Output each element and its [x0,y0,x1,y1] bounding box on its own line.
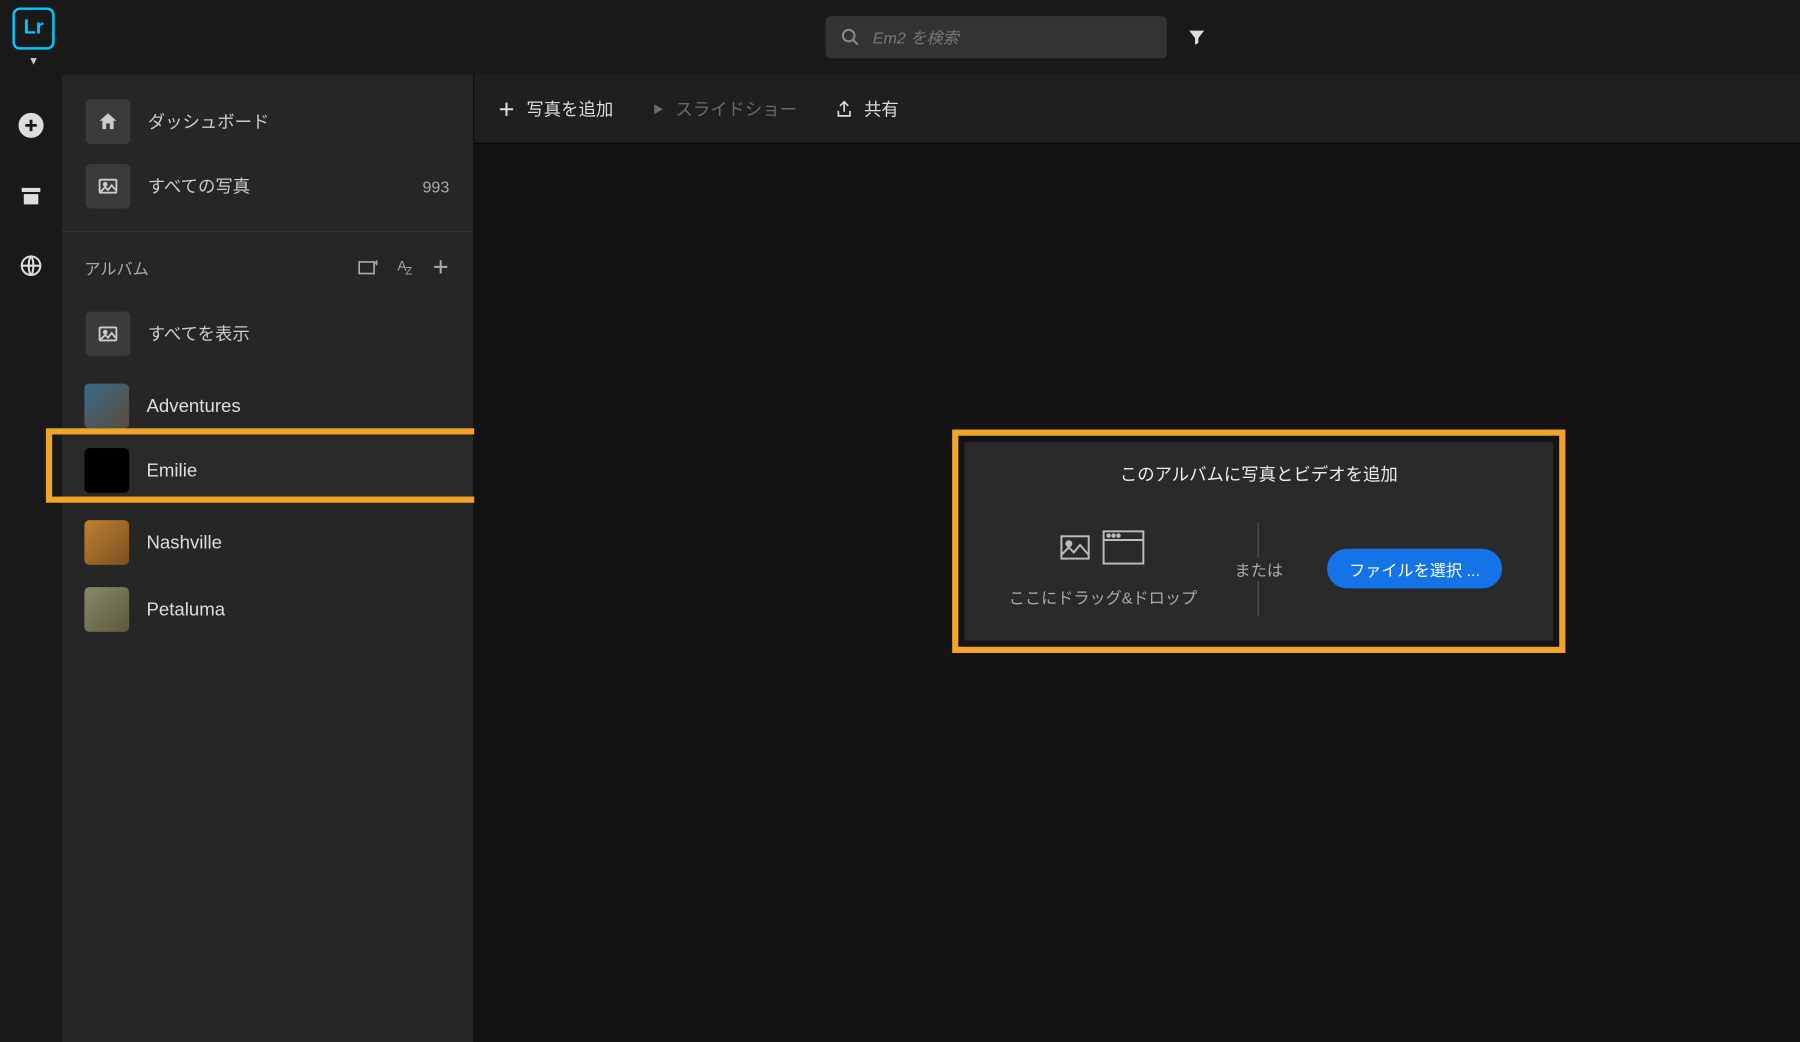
plus-circle-icon [17,112,44,139]
discover-button[interactable] [19,253,44,278]
album-thumbnail [84,520,129,565]
album-label: Petaluma [146,599,225,620]
sort-az-icon: AZ [397,260,411,275]
photo-count: 993 [422,177,449,196]
sidebar-item-all-photos[interactable]: すべての写真 993 [63,154,471,219]
image-icon [1061,534,1091,559]
library-button[interactable] [19,184,44,209]
image-icon [86,164,131,209]
sidebar-item-label: ダッシュボード [148,109,450,134]
dropzone-drag-text: ここにドラッグ&ドロップ [1009,584,1197,608]
plus-icon [497,99,517,119]
slideshow-button[interactable]: スライドショー [650,96,796,121]
album-item-nashville[interactable]: Nashville [62,510,473,575]
share-icon [834,99,854,119]
add-button[interactable] [17,112,44,139]
filter-button[interactable] [1187,27,1207,47]
album-thumbnail [84,384,129,429]
album-thumbnail [84,448,129,493]
globe-icon [19,253,44,278]
share-button[interactable]: 共有 [834,96,899,121]
search-box[interactable] [826,16,1167,58]
canvas: このアルバムに写真とビデオを追加 ここにドラッグ&ドロップ [474,144,1800,1042]
sidebar-item-label: すべてを表示 [148,322,450,347]
chevron-down-icon: ▼ [28,55,39,67]
add-photos-button[interactable]: 写真を追加 [497,96,614,121]
home-icon [86,99,131,144]
dropzone-highlight: このアルバムに写真とビデオを追加 ここにドラッグ&ドロップ [952,430,1565,653]
main-toolbar: 写真を追加 スライドショー 共有 [474,74,1800,144]
dropzone-drag-area[interactable]: ここにドラッグ&ドロップ [979,529,1227,607]
top-bar: Lr ▼ [0,0,1800,74]
image-icon [86,312,131,357]
section-title: アルバム [84,255,337,279]
funnel-icon [1187,27,1207,47]
select-files-button[interactable]: ファイルを選択 ... [1327,549,1503,589]
left-rail [0,74,62,1042]
sidebar: ダッシュボード すべての写真 993 アルバム AZ [62,74,474,1042]
album-item-adventures[interactable]: Adventures [62,374,473,439]
album-thumbnail [84,587,129,632]
button-label: 写真を追加 [526,96,613,121]
dropzone-or-text: または [1227,557,1290,581]
add-album-button[interactable] [431,257,451,277]
play-icon [650,101,665,116]
archive-icon [19,184,44,209]
dropzone[interactable]: このアルバムに写真とビデオを追加 ここにドラッグ&ドロップ [965,442,1553,641]
sidebar-item-show-all[interactable]: すべてを表示 [63,302,471,367]
dropzone-divider: または [1227,519,1290,618]
album-list: すべてを表示 Adventures Emilie [62,302,473,642]
new-folder-button[interactable] [358,258,378,275]
button-label: 共有 [864,96,899,121]
sidebar-item-dashboard[interactable]: ダッシュボード [63,89,471,154]
sort-button[interactable]: AZ [397,256,411,277]
album-item-emilie[interactable]: Emilie [62,438,473,503]
album-label: Nashville [146,532,222,553]
main-panel: 写真を追加 スライドショー 共有 このアルバムに写真とビデオを追加 [474,74,1800,1042]
search-input[interactable] [873,28,1152,47]
albums-section-header: アルバム AZ [62,232,473,302]
lightroom-logo: Lr [12,7,54,49]
album-label: Adventures [146,395,240,416]
album-item-petaluma[interactable]: Petaluma [62,577,473,642]
button-label: スライドショー [675,96,797,121]
logo-text: Lr [24,17,44,39]
window-icon [1103,529,1145,564]
folder-plus-icon [358,258,378,275]
plus-icon [431,257,451,277]
app-menu[interactable]: Lr ▼ [12,7,54,67]
dropzone-title: このアルバムに写真とビデオを追加 [1120,462,1398,487]
album-label: Emilie [146,460,197,481]
search-icon [840,27,860,47]
sidebar-item-label: すべての写真 [148,174,423,199]
